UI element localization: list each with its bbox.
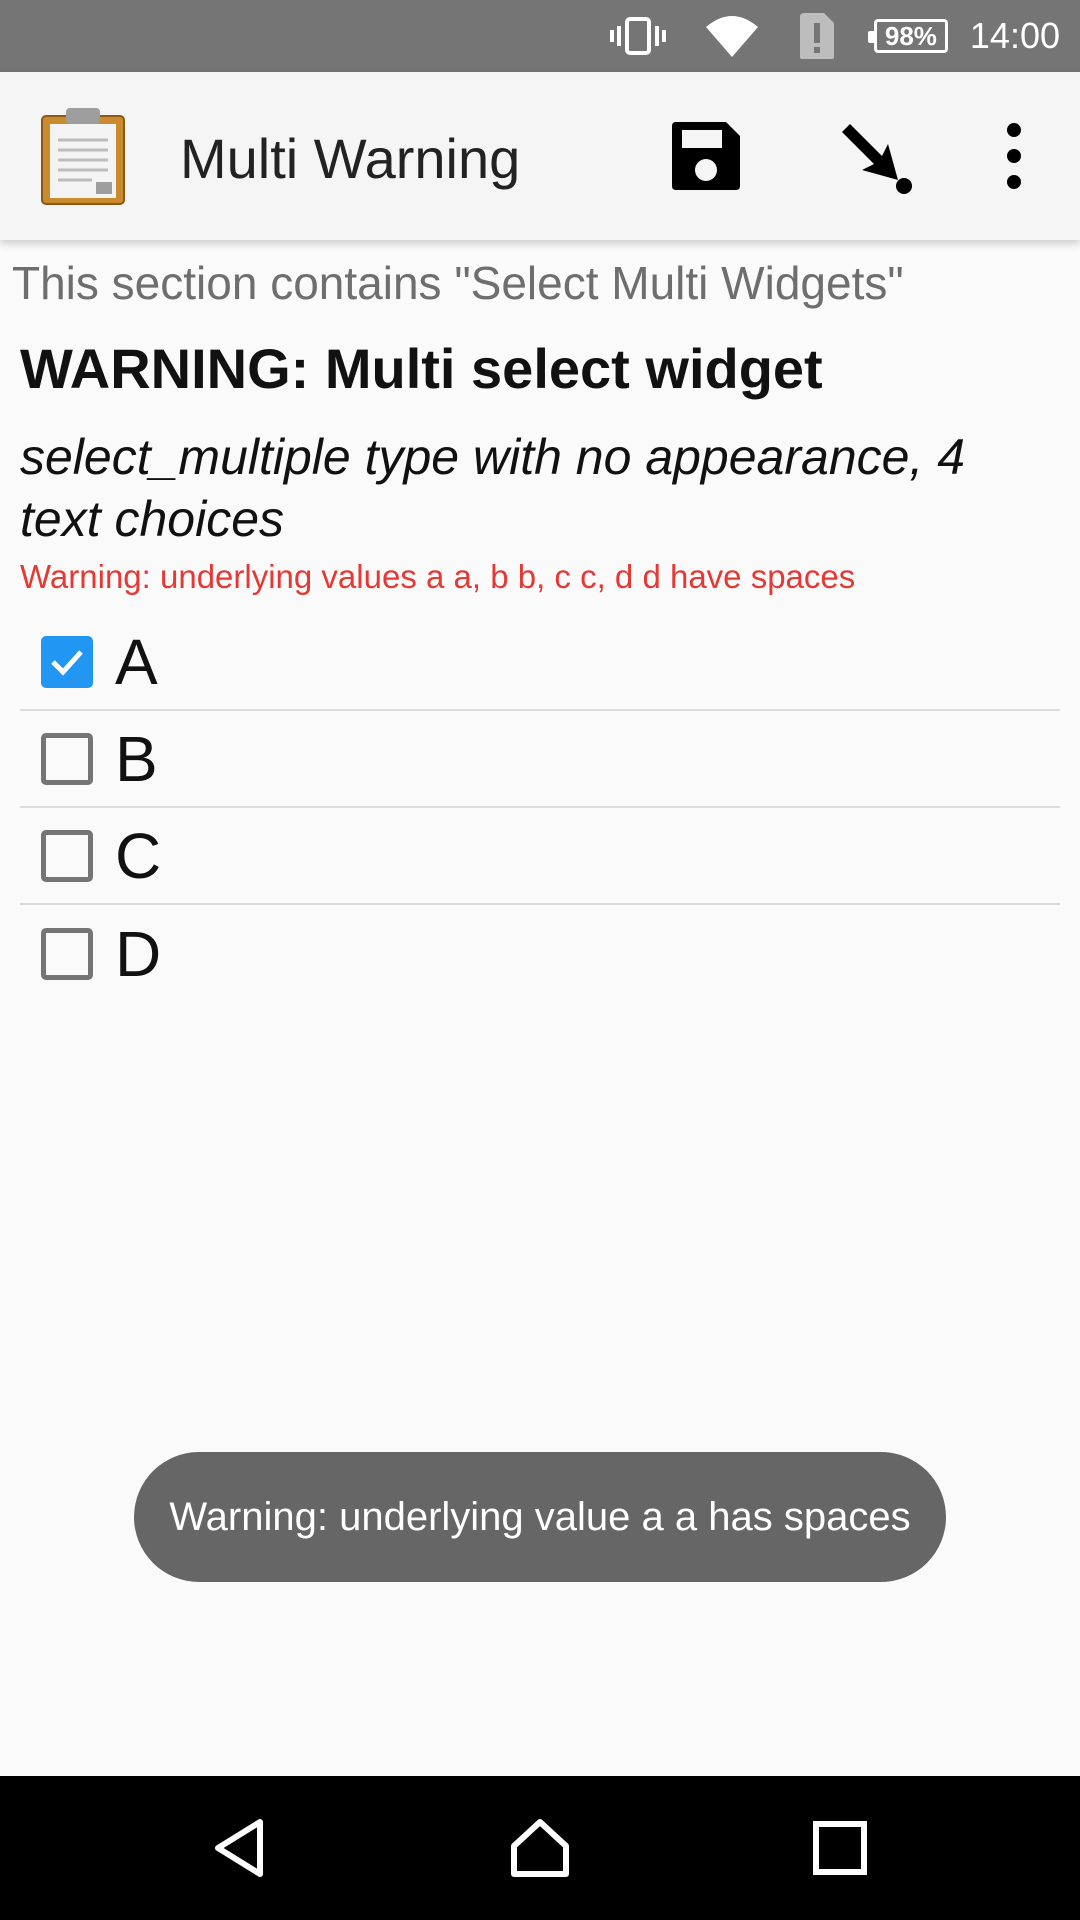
save-icon[interactable]	[668, 118, 744, 194]
toast-message: Warning: underlying value a a has spaces	[134, 1452, 946, 1582]
choice-item-b[interactable]: B	[20, 711, 1060, 808]
choice-label: C	[115, 819, 162, 892]
back-icon[interactable]	[208, 1816, 272, 1880]
battery-level: 98%	[884, 20, 937, 51]
question-hint: select_multiple type with no appearance,…	[20, 429, 966, 547]
choice-item-d[interactable]: D	[20, 905, 1060, 1002]
checkbox-unchecked[interactable]	[41, 829, 93, 882]
choice-label: B	[115, 722, 158, 795]
app-title: Multi Warning	[180, 127, 521, 190]
goto-icon[interactable]	[838, 120, 914, 196]
sim-alert-icon	[798, 11, 836, 61]
wifi-icon	[704, 13, 760, 59]
choice-item-c[interactable]: C	[20, 808, 1060, 905]
vibrate-icon	[609, 16, 666, 56]
app-bar: Multi Warning	[0, 72, 1080, 240]
checkmark-icon	[51, 649, 83, 676]
clipboard-logo-icon	[40, 106, 126, 206]
status-bar: 98% 14:00	[0, 0, 1080, 72]
checkbox-checked[interactable]	[41, 635, 93, 688]
toast-text: Warning: underlying value a a has spaces	[169, 1494, 911, 1539]
choice-label: D	[115, 917, 162, 990]
question-title: WARNING: Multi select widget	[20, 337, 823, 400]
battery-icon: 98%	[867, 19, 948, 53]
choice-item-a[interactable]: A	[20, 614, 1060, 711]
clock: 14:00	[969, 15, 1060, 56]
choice-list: A B C D	[20, 614, 1060, 1002]
home-icon[interactable]	[508, 1816, 572, 1880]
warning-text: Warning: underlying values a a, b b, c c…	[20, 558, 856, 595]
checkbox-unchecked[interactable]	[41, 732, 93, 785]
navigation-bar	[0, 1776, 1080, 1920]
recents-icon[interactable]	[808, 1816, 872, 1880]
section-hint: This section contains "Select Multi Widg…	[12, 257, 904, 309]
checkbox-unchecked[interactable]	[41, 927, 93, 980]
choice-label: A	[115, 625, 158, 698]
overflow-menu-icon[interactable]	[990, 118, 1038, 194]
